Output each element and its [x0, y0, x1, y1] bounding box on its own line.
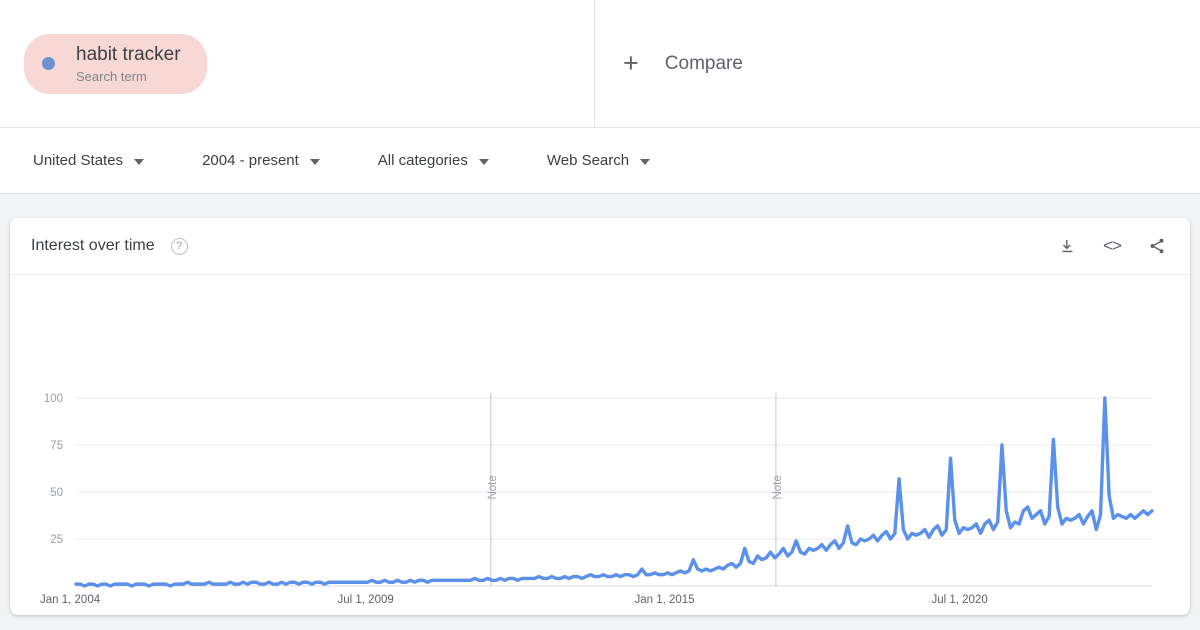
svg-text:Jul 1, 2020: Jul 1, 2020	[931, 594, 987, 606]
search-term-chip[interactable]: habit tracker Search term	[24, 33, 207, 94]
filter-category-label: All categories	[377, 152, 468, 169]
embed-glyph: <>	[1103, 236, 1122, 255]
page-title: Interest over time	[31, 237, 155, 254]
help-icon[interactable]: ?	[170, 237, 188, 255]
svg-text:Jan 1, 2015: Jan 1, 2015	[634, 594, 694, 606]
svg-text:75: 75	[50, 440, 63, 452]
search-term-bar: habit tracker Search term + Compare	[0, 0, 1200, 128]
search-term-type: Search term	[76, 68, 147, 84]
filter-time-range[interactable]: 2004 - present	[202, 152, 320, 169]
plus-icon: +	[623, 48, 639, 78]
svg-text:Note: Note	[772, 475, 784, 499]
search-term-cell[interactable]: habit tracker Search term	[0, 0, 595, 127]
svg-text:25: 25	[50, 534, 63, 546]
trends-chart[interactable]: 100 75 50 25 Note Note Jan 1, 2004 Jul 1, 2009 J…	[10, 275, 1190, 614]
chevron-down-icon	[478, 158, 489, 165]
filter-search-type[interactable]: Web Search	[546, 152, 651, 169]
download-icon[interactable]	[1056, 235, 1078, 257]
interest-over-time-card: Interest over time ? <> 100 75 50 25 Not…	[10, 218, 1190, 615]
svg-text:Jan 1, 2004: Jan 1, 2004	[40, 594, 101, 606]
chevron-down-icon	[309, 158, 320, 165]
svg-text:Note: Note	[487, 475, 499, 499]
compare-button[interactable]: + Compare	[595, 0, 1200, 127]
chart-svg: 100 75 50 25 Note Note Jan 1, 2004 Jul 1, 2009 J…	[40, 393, 1154, 606]
compare-label: Compare	[664, 52, 743, 74]
filter-bar: United States 2004 - present All categor…	[0, 128, 1200, 194]
svg-text:50: 50	[50, 487, 63, 499]
series-color-dot	[42, 57, 55, 70]
svg-text:100: 100	[44, 393, 63, 405]
filter-search-type-label: Web Search	[546, 152, 630, 169]
search-term-label: habit tracker	[76, 43, 181, 65]
embed-icon[interactable]: <>	[1101, 235, 1123, 257]
svg-text:Jul 1, 2009: Jul 1, 2009	[338, 594, 394, 606]
share-icon[interactable]	[1146, 235, 1168, 257]
card-header: Interest over time ? <>	[10, 218, 1190, 275]
filter-time-range-label: 2004 - present	[202, 152, 299, 169]
chevron-down-icon	[134, 158, 145, 165]
chevron-down-icon	[640, 158, 651, 165]
filter-location[interactable]: United States	[33, 152, 145, 169]
filter-category[interactable]: All categories	[378, 152, 489, 169]
filter-location-label: United States	[33, 152, 124, 169]
